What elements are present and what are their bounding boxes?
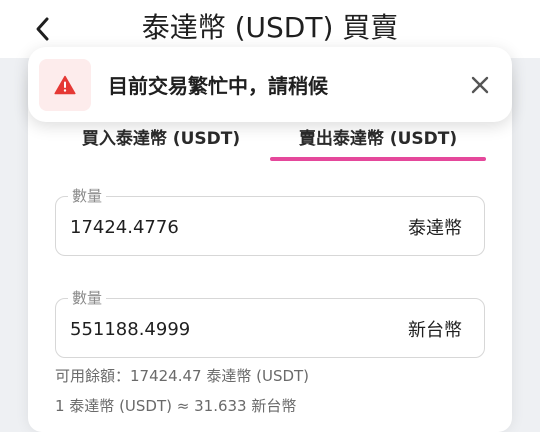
available-balance-text: 可用餘額：17424.47 泰達幣 (USDT) bbox=[55, 367, 310, 385]
exchange-rate-text: 1 泰達幣 (USDT) ≈ 31.633 新台幣 bbox=[55, 397, 297, 415]
close-icon bbox=[471, 76, 489, 94]
fiat-unit-label: 新台幣 bbox=[408, 320, 462, 341]
toast-icon-container bbox=[39, 59, 91, 111]
fiat-amount-field[interactable]: 數量 551188.4999 新台幣 bbox=[55, 288, 485, 359]
toast-close-button[interactable] bbox=[466, 71, 494, 99]
warning-triangle-icon bbox=[54, 75, 76, 95]
active-tab-indicator bbox=[270, 157, 486, 161]
crypto-unit-label: 泰達幣 bbox=[408, 218, 462, 239]
toast-message: 目前交易繁忙中，請稍候 bbox=[108, 74, 328, 98]
page-title: 泰達幣 (USDT) 買賣 bbox=[141, 11, 399, 44]
crypto-amount-field[interactable]: 數量 17424.4776 泰達幣 bbox=[55, 186, 485, 257]
busy-toast: 目前交易繁忙中，請稍候 bbox=[28, 47, 512, 122]
crypto-amount-value[interactable]: 17424.4776 bbox=[70, 197, 179, 257]
fiat-amount-value[interactable]: 551188.4999 bbox=[70, 299, 190, 359]
